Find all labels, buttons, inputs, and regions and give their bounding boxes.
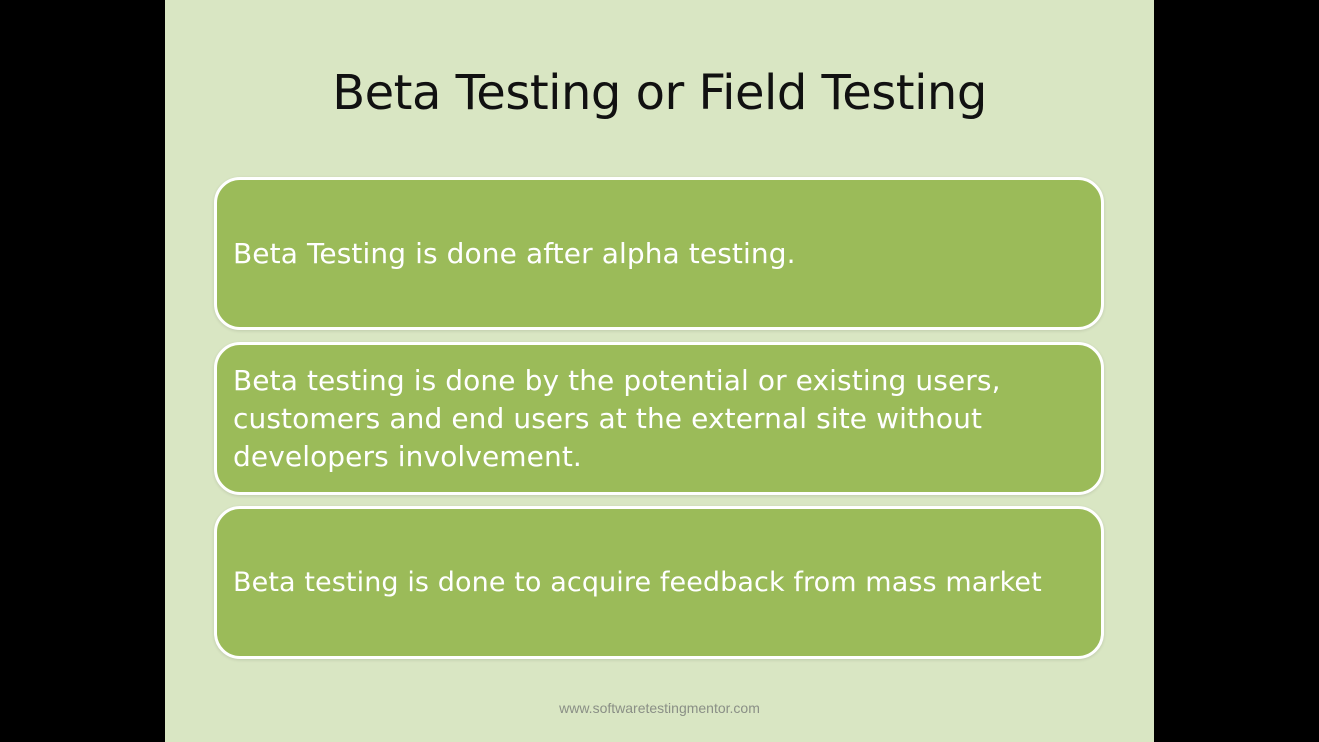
footer-website-url: www.softwaretestingmentor.com [559, 700, 760, 716]
bullet-box-1: Beta Testing is done after alpha testing… [214, 177, 1104, 330]
bullet-text-1: Beta Testing is done after alpha testing… [233, 236, 796, 270]
presentation-slide: Beta Testing or Field Testing Beta Testi… [165, 0, 1154, 742]
video-frame: Beta Testing or Field Testing Beta Testi… [0, 0, 1319, 742]
bullet-text-3: Beta testing is done to acquire feedback… [233, 566, 1042, 598]
bullet-box-2: Beta testing is done by the potential or… [214, 342, 1104, 495]
bullet-text-2: Beta testing is done by the potential or… [233, 363, 1001, 473]
bullet-box-3: Beta testing is done to acquire feedback… [214, 506, 1104, 659]
slide-title: Beta Testing or Field Testing [332, 65, 987, 121]
